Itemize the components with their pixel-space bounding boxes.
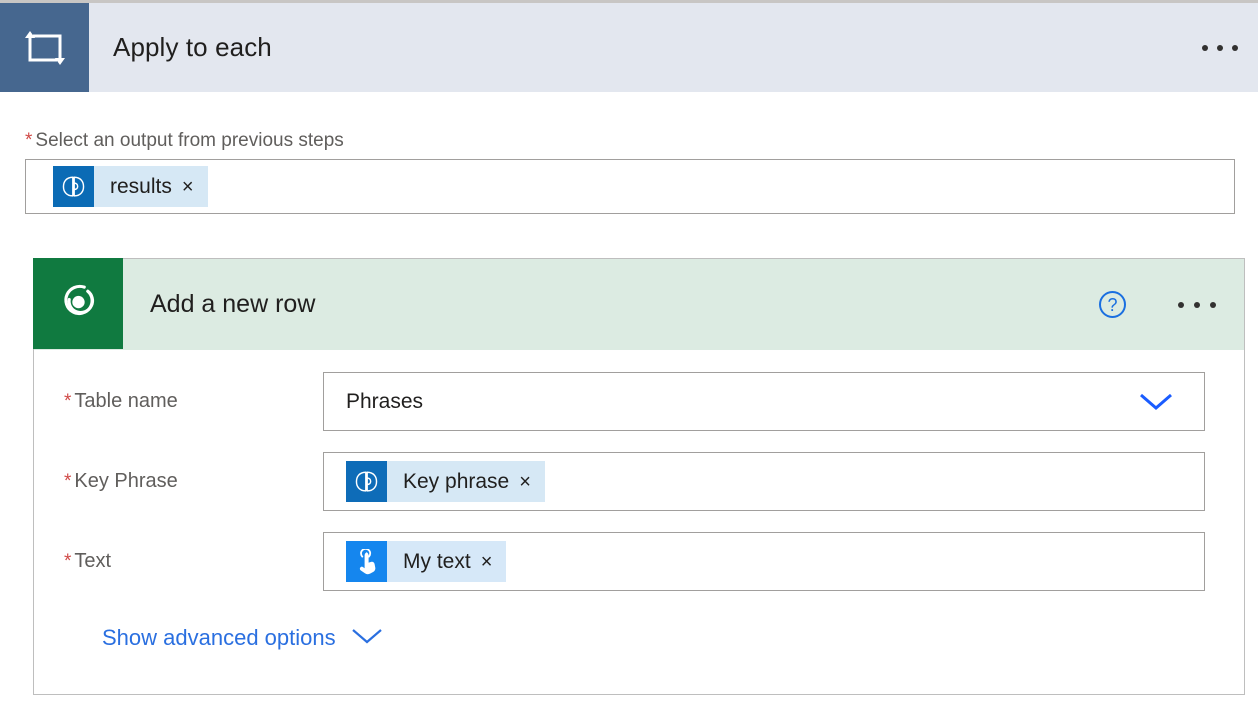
apply-to-each-title: Apply to each xyxy=(89,3,1202,92)
token-chip-label: Key phrase xyxy=(387,470,517,494)
required-asterisk: * xyxy=(64,471,71,492)
add-a-new-row-menu-button[interactable] xyxy=(1178,302,1216,308)
required-asterisk: * xyxy=(25,130,32,151)
field-row-text: *Text My text × xyxy=(34,528,1244,595)
token-remove-icon[interactable]: × xyxy=(517,472,545,492)
show-advanced-options-button[interactable]: Show advanced options xyxy=(34,625,384,651)
manual-trigger-tap-icon xyxy=(346,541,387,582)
token-chip-key-phrase[interactable]: Key phrase × xyxy=(346,461,545,502)
loop-repeat-icon xyxy=(0,3,89,92)
ellipsis-dot xyxy=(1202,45,1208,51)
select-output-section: *Select an output from previous steps re… xyxy=(25,130,1235,214)
text-analytics-brain-icon xyxy=(346,461,387,502)
text-input[interactable]: My text × xyxy=(323,532,1205,591)
token-remove-icon[interactable]: × xyxy=(479,552,507,572)
apply-to-each-menu-button[interactable] xyxy=(1202,3,1258,92)
select-output-input[interactable]: results × xyxy=(25,159,1235,214)
ellipsis-dot xyxy=(1194,302,1200,308)
key-phrase-input[interactable]: Key phrase × xyxy=(323,452,1205,511)
excel-online-icon xyxy=(33,258,123,349)
chevron-down-icon[interactable] xyxy=(1138,392,1174,412)
ellipsis-dot xyxy=(1217,45,1223,51)
card-header-actions: ? xyxy=(1099,259,1244,350)
apply-to-each-header[interactable]: Apply to each xyxy=(0,0,1258,92)
select-output-label-text: Select an output from previous steps xyxy=(35,130,343,151)
field-label-text: Text xyxy=(74,550,111,572)
show-advanced-options-label: Show advanced options xyxy=(102,625,336,651)
field-row-table-name: *Table name Phrases xyxy=(34,368,1244,435)
chevron-down-icon xyxy=(350,627,384,650)
token-chip-my-text[interactable]: My text × xyxy=(346,541,506,582)
required-asterisk: * xyxy=(64,551,71,572)
field-label-text-field: *Text xyxy=(34,550,323,573)
table-name-dropdown[interactable]: Phrases xyxy=(323,372,1205,431)
required-asterisk: * xyxy=(64,391,71,412)
add-a-new-row-card: Add a new row ? *Table name Phrases xyxy=(33,258,1245,695)
field-label-text: Key Phrase xyxy=(74,470,177,492)
field-label-table-name: *Table name xyxy=(34,390,323,413)
table-name-value: Phrases xyxy=(346,390,423,414)
ellipsis-dot xyxy=(1232,45,1238,51)
field-label-text: Table name xyxy=(74,390,177,412)
token-remove-icon[interactable]: × xyxy=(180,177,208,197)
add-a-new-row-title: Add a new row xyxy=(123,259,1099,350)
ellipsis-dot xyxy=(1178,302,1184,308)
token-chip-label: My text xyxy=(387,550,479,574)
add-a-new-row-header[interactable]: Add a new row ? xyxy=(34,259,1244,350)
select-output-label: *Select an output from previous steps xyxy=(25,130,1235,152)
token-chip-results[interactable]: results × xyxy=(53,166,208,207)
token-chip-label: results xyxy=(94,175,180,199)
add-a-new-row-body: *Table name Phrases *Key Phrase xyxy=(34,368,1244,651)
flow-designer-canvas: Apply to each *Select an output from pre… xyxy=(0,0,1258,720)
text-analytics-brain-icon xyxy=(53,166,94,207)
field-row-key-phrase: *Key Phrase Key phrase xyxy=(34,448,1244,515)
ellipsis-dot xyxy=(1210,302,1216,308)
help-circle-icon[interactable]: ? xyxy=(1099,291,1126,318)
field-label-key-phrase: *Key Phrase xyxy=(34,470,323,493)
